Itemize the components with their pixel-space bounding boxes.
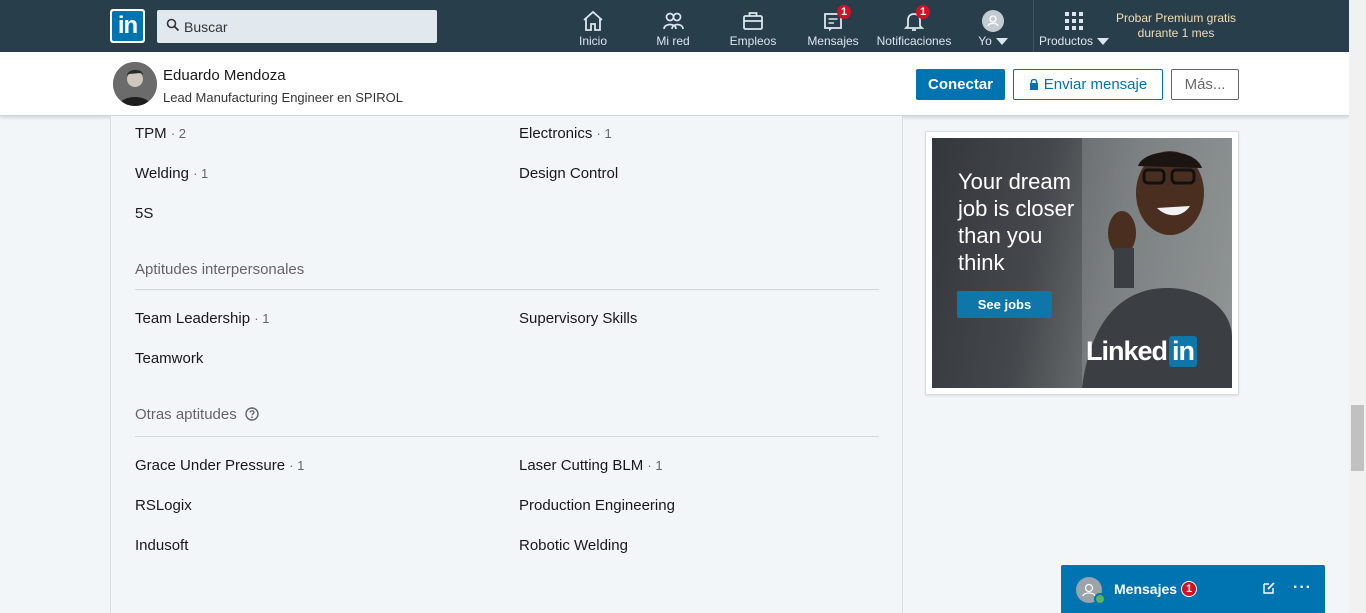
skill-name: Grace Under Pressure xyxy=(135,457,286,474)
nav-label-inicio: Inicio xyxy=(578,34,607,48)
help-question-icon[interactable] xyxy=(245,407,259,421)
linkedin-logo-text: in xyxy=(112,11,143,41)
skill-item[interactable]: 5S xyxy=(135,205,153,222)
nav-label-yo-text: Yo xyxy=(978,34,992,48)
online-status-dot xyxy=(1094,593,1106,605)
user-avatar-icon xyxy=(982,10,1004,32)
skill-name: Design Control xyxy=(519,165,619,182)
skill-item[interactable]: TPM · 2 xyxy=(135,125,186,142)
skill-name: Welding xyxy=(135,165,189,182)
nav-label-mi-red: Mi red xyxy=(656,34,690,48)
skill-name: TPM xyxy=(135,125,167,142)
nav-item-mensajes[interactable]: 1 Mensajes xyxy=(805,0,861,52)
skill-item[interactable]: Grace Under Pressure · 1 xyxy=(135,457,304,474)
skill-item[interactable]: Welding · 1 xyxy=(135,165,208,182)
messaging-label: Mensajes xyxy=(1114,581,1178,597)
notifications-badge: 1 xyxy=(916,5,930,19)
nav-label-empleos: Empleos xyxy=(729,34,777,48)
nav-label-productos: Productos xyxy=(1036,34,1112,48)
skill-item[interactable]: Robotic Welding xyxy=(519,537,628,554)
skill-item[interactable]: Teamwork xyxy=(135,350,203,367)
skills-card: TPM · 2 Electronics · 1 Welding · 1 Desi… xyxy=(110,116,903,613)
see-jobs-button[interactable]: See jobs xyxy=(957,291,1052,318)
sidebar-ad[interactable]: Your dream job is closer than you think … xyxy=(925,131,1239,395)
skill-name: Production Engineering xyxy=(519,497,675,514)
nav-item-notificaciones[interactable]: 1 Notificaciones xyxy=(872,0,956,52)
profile-sticky-header: Eduardo Mendoza Lead Manufacturing Engin… xyxy=(0,52,1349,116)
profile-avatar[interactable] xyxy=(113,62,157,106)
ad-banner[interactable]: Your dream job is closer than you think … xyxy=(932,138,1232,388)
endorsement-count[interactable]: · 1 xyxy=(647,458,662,473)
skill-item[interactable]: Supervisory Skills xyxy=(519,310,637,327)
skill-name: 5S xyxy=(135,205,154,222)
search-icon xyxy=(166,18,180,32)
premium-line-1: Probar Premium gratis xyxy=(1115,11,1237,25)
nav-item-productos[interactable]: Productos xyxy=(1036,0,1112,52)
premium-line-2: durante 1 mes xyxy=(1137,26,1215,40)
nav-label-productos-text: Productos xyxy=(1038,34,1094,48)
profile-name: Eduardo Mendoza xyxy=(163,67,286,84)
section-title-interpersonal: Aptitudes interpersonales xyxy=(135,261,305,278)
endorsement-count[interactable]: · 1 xyxy=(193,166,208,181)
nav-item-mi-red[interactable]: Mi red xyxy=(648,0,698,52)
compose-icon[interactable] xyxy=(1262,581,1276,595)
connect-button[interactable]: Conectar xyxy=(916,69,1005,100)
nav-label-yo: Yo xyxy=(968,34,1018,48)
profile-headline: Lead Manufacturing Engineer en SPIROL xyxy=(163,90,403,105)
skill-item[interactable]: Team Leadership · 1 xyxy=(135,310,269,327)
nav-item-yo[interactable]: Yo xyxy=(968,0,1018,52)
nav-item-inicio[interactable]: Inicio xyxy=(568,0,618,52)
endorsement-count[interactable]: · 1 xyxy=(289,458,304,473)
network-icon xyxy=(663,12,684,30)
endorsement-count[interactable]: · 1 xyxy=(597,126,612,141)
skill-name: Electronics xyxy=(519,125,593,142)
grid-apps-icon xyxy=(1065,12,1083,30)
skill-item[interactable]: Production Engineering xyxy=(519,497,675,514)
skill-name: Team Leadership xyxy=(135,310,251,327)
lock-icon xyxy=(1029,78,1038,90)
nav-item-empleos[interactable]: Empleos xyxy=(728,0,778,52)
section-title-other: Otras aptitudes xyxy=(135,406,259,423)
page-scrollbar-thumb[interactable] xyxy=(1351,405,1364,471)
ad-headline: Your dream job is closer than you think xyxy=(958,169,1075,275)
top-nav: in Inicio Mi red Empleos 1 Mensajes 1 No… xyxy=(0,0,1349,52)
skill-name: RSLogix xyxy=(135,497,192,514)
nav-divider xyxy=(1033,0,1034,52)
skill-item[interactable]: RSLogix xyxy=(135,497,192,514)
linkedin-logo[interactable]: in xyxy=(110,9,145,43)
chevron-down-icon xyxy=(995,38,1008,46)
skill-item[interactable]: Electronics · 1 xyxy=(519,125,612,142)
home-icon xyxy=(583,10,603,31)
messaging-overlay-bar[interactable]: Mensajes 1 ··· xyxy=(1061,565,1325,613)
skill-name: Robotic Welding xyxy=(519,537,628,554)
profile-photo-icon xyxy=(113,62,157,106)
page-scrollbar-track[interactable] xyxy=(1349,0,1366,613)
skill-name: Supervisory Skills xyxy=(519,310,638,327)
wordmark-in: in xyxy=(1169,336,1198,367)
wordmark-text: Linked xyxy=(1086,336,1168,366)
messages-badge: 1 xyxy=(837,5,851,19)
send-message-button[interactable]: Enviar mensaje xyxy=(1013,69,1163,100)
messaging-badge: 1 xyxy=(1181,581,1197,597)
skill-item[interactable]: Laser Cutting BLM · 1 xyxy=(519,457,663,474)
nav-label-notificaciones: Notificaciones xyxy=(876,34,952,48)
section-divider xyxy=(135,289,879,290)
endorsement-count[interactable]: · 2 xyxy=(171,126,186,141)
search-input[interactable] xyxy=(157,10,437,43)
skill-item[interactable]: Design Control xyxy=(519,165,618,182)
skill-name: Teamwork xyxy=(135,350,204,367)
send-message-label: Enviar mensaje xyxy=(1043,76,1148,93)
nav-label-mensajes: Mensajes xyxy=(807,34,859,48)
skill-item[interactable]: Indusoft xyxy=(135,537,188,554)
linkedin-wordmark-logo: Linked in xyxy=(1086,336,1198,367)
endorsement-count[interactable]: · 1 xyxy=(254,311,269,326)
premium-upsell-link[interactable]: Probar Premium gratis durante 1 mes xyxy=(1108,11,1244,41)
section-divider xyxy=(135,436,879,437)
more-actions-button[interactable]: Más... xyxy=(1171,69,1239,100)
skill-name: Indusoft xyxy=(135,537,189,554)
section-title-other-text: Otras aptitudes xyxy=(135,406,237,423)
skill-name: Laser Cutting BLM xyxy=(519,457,644,474)
messaging-more-icon[interactable]: ··· xyxy=(1293,579,1312,597)
briefcase-icon xyxy=(743,12,763,30)
